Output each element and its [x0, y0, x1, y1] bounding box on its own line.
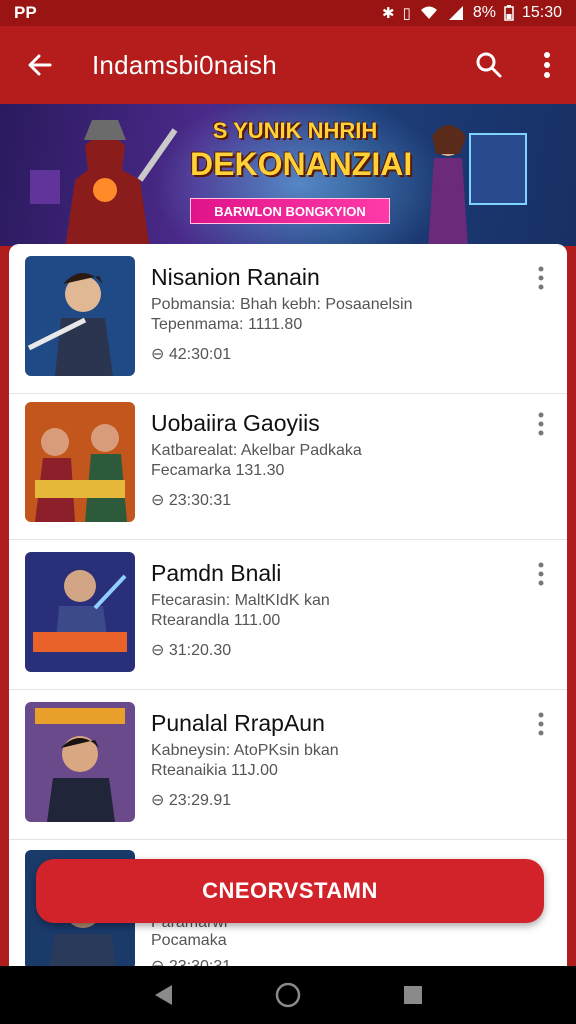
item-more-button[interactable]: [521, 258, 561, 298]
item-meta: Rtearandla 111.00: [151, 612, 281, 629]
search-button[interactable]: [460, 26, 518, 104]
status-indicators: ✱ ▯ 8% 15:30: [382, 4, 562, 22]
banner-title-line2: DEKONANZIAI: [190, 146, 413, 182]
game-thumbnail: [25, 702, 135, 822]
item-title: Nisanion Ranain: [151, 264, 320, 290]
item-time: ⊖ 23:30:31: [151, 492, 232, 509]
nav-recents-icon: [404, 986, 423, 1004]
item-time: ⊖ 31:20.30: [151, 642, 232, 659]
game-thumbnail: [25, 552, 135, 672]
item-title: Pamdn Bnali: [151, 560, 282, 586]
vibrate-icon: ▯: [402, 5, 411, 22]
nav-home-button[interactable]: [264, 971, 312, 1019]
more-vertical-icon: [538, 712, 544, 736]
nav-back-button[interactable]: [139, 971, 187, 1019]
list-item[interactable]: Nisanion Ranain Pobmansia: Bhah kebh: Po…: [9, 244, 567, 394]
system-nav-bar: [0, 966, 576, 1024]
battery-percent: 8%: [472, 4, 496, 21]
primary-action-button[interactable]: CNEORVSTAMN: [36, 859, 544, 923]
more-vertical-icon: [544, 52, 550, 78]
item-subtitle: Pobmansia: Bhah kebh: Posaanelsin: [151, 296, 413, 313]
item-subtitle: Ftecarasin: MaltKIdK kan: [151, 592, 330, 609]
list-item[interactable]: Punalal RrapAun Kabneysin: AtoPKsin bkan…: [9, 690, 567, 840]
wifi-icon: [420, 6, 437, 19]
app-bar: Indamsbi0naish: [0, 26, 576, 104]
item-time: ⊖ 23:30:31: [151, 956, 231, 966]
item-more-button[interactable]: [521, 554, 561, 594]
status-left-label: PP: [14, 3, 37, 22]
item-meta: Tepenmama: 1111.80: [151, 316, 303, 333]
more-options-button[interactable]: [518, 26, 576, 104]
game-thumbnail: [25, 402, 135, 522]
back-button[interactable]: [0, 26, 80, 104]
search-icon: [476, 52, 502, 78]
more-vertical-icon: [538, 266, 544, 290]
item-more-button[interactable]: [521, 704, 561, 744]
list-item[interactable]: Uobaiira Gaoyiis Katbarealat: Akelbar Pa…: [9, 390, 567, 540]
heroine-illustration: [428, 125, 527, 246]
signal-icon: [448, 6, 463, 20]
status-bar: PP ✱ ▯ 8% 15:30: [0, 0, 576, 26]
nav-back-icon: [154, 985, 172, 1005]
page-title: Indamsbi0naish: [92, 49, 277, 80]
banner-title: S YUNIK NHRIH DEKONANZIAI: [190, 118, 413, 183]
game-thumbnail: [25, 256, 135, 376]
promo-banner[interactable]: S YUNIK NHRIH DEKONANZIAI BARWLON BONGKY…: [0, 104, 576, 246]
item-title: Punalal RrapAun: [151, 710, 325, 736]
item-more-button[interactable]: [521, 404, 561, 444]
warrior-illustration: [30, 120, 178, 246]
arrow-left-icon: [28, 54, 52, 76]
more-vertical-icon: [538, 412, 544, 436]
status-time: 15:30: [521, 4, 562, 21]
item-subtitle: Kabneysin: AtoPKsin bkan: [151, 742, 339, 759]
item-subtitle: Katbarealat: Akelbar Padkaka: [151, 442, 362, 459]
item-meta: Pocamaka: [151, 932, 227, 949]
more-vertical-icon: [538, 562, 544, 586]
banner-title-line1: S YUNIK NHRIH: [212, 118, 378, 143]
game-list: Nisanion Ranain Pobmansia: Bhah kebh: Po…: [9, 244, 567, 966]
battery-icon: [504, 5, 514, 21]
nav-home-icon: [275, 982, 301, 1008]
banner-cta-button[interactable]: BARWLON BONGKYION: [190, 198, 390, 224]
item-meta: Fecamarka 131.30: [151, 462, 285, 479]
item-title: Uobaiira Gaoyiis: [151, 410, 320, 436]
nav-recents-button[interactable]: [389, 971, 437, 1019]
item-time: ⊖ 42:30:01: [151, 346, 232, 363]
list-item[interactable]: Pamdn Bnali Ftecarasin: MaltKIdK kan Rte…: [9, 540, 567, 690]
item-time: ⊖ 23:29.91: [151, 792, 232, 809]
item-meta: Rteanaikia 11J.00: [151, 762, 278, 779]
bluetooth-icon: ✱: [381, 5, 395, 22]
